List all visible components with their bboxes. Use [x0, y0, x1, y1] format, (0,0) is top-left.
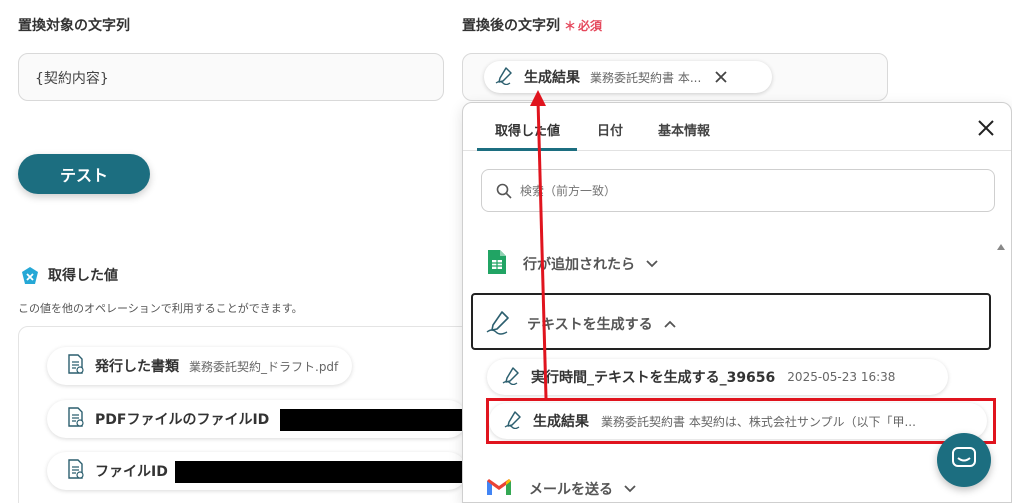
ai-pen-icon [485, 309, 515, 339]
redacted-value [175, 461, 470, 483]
value-item-value: 2025-05-23 16:38 [787, 370, 896, 384]
replace-target-label: 置換対象の文字列 [18, 18, 130, 34]
replace-target-input[interactable]: {契約内容} [18, 53, 444, 101]
output-item-title: PDFファイルのファイルID [95, 412, 270, 428]
scroll-up-icon[interactable] [996, 236, 1006, 255]
chat-support-button[interactable] [937, 433, 991, 487]
tab-date[interactable]: 日付 [597, 120, 623, 139]
output-item-title: 発行した書類 [95, 359, 179, 375]
replace-with-label: 置換後の文字列 ＊必須 [462, 15, 602, 35]
picker-search[interactable] [481, 169, 995, 212]
ai-pen-icon [494, 65, 516, 89]
output-item-title: ファイルID [95, 464, 168, 480]
ai-pen-icon [501, 365, 523, 389]
search-input[interactable] [520, 180, 960, 202]
group-row-added[interactable]: 行が追加されたら [487, 249, 659, 279]
ai-pen-icon [503, 409, 525, 433]
value-item-exec-time[interactable]: 実行時間_テキストを生成する_39656 2025-05-23 16:38 [487, 359, 948, 395]
picker-tabs: 取得した値 日付 基本情報 [463, 103, 1011, 151]
group-generate-text-header: テキストを生成する [485, 309, 677, 339]
group-send-mail[interactable]: メールを送る [485, 477, 637, 501]
variable-x-icon [20, 266, 40, 290]
required-text: 必須 [578, 19, 603, 33]
output-item-document[interactable]: 発行した書類 業務委託契約_ドラフト.pdf [47, 347, 353, 385]
obtained-values-title: 取得した値 [48, 268, 118, 284]
google-sheets-icon [487, 249, 507, 279]
document-icon [67, 354, 85, 378]
group-label: 行が追加されたら [523, 257, 635, 273]
gmail-icon [485, 477, 513, 501]
output-item-value: 業務委託契約_ドラフト.pdf [189, 359, 339, 374]
value-item-title: 生成結果 [533, 414, 589, 430]
value-item-title: 実行時間_テキストを生成する_39656 [531, 370, 776, 386]
tab-obtained-values[interactable]: 取得した値 [495, 120, 560, 139]
remove-chip-icon[interactable] [715, 71, 727, 83]
test-button[interactable]: テスト [18, 154, 150, 194]
chevron-down-icon [645, 259, 659, 269]
value-item-value: 業務委託契約書 本契約は、株式会社サンプル（以下「甲... [601, 414, 916, 429]
chevron-down-icon [623, 484, 637, 494]
group-label: メールを送る [529, 482, 613, 498]
chat-icon [951, 446, 977, 474]
document-icon [67, 407, 85, 431]
close-icon[interactable] [977, 119, 995, 141]
active-tab-indicator [477, 148, 577, 151]
chip-title: 生成結果 [524, 70, 580, 86]
group-label: テキストを生成する [527, 317, 653, 333]
replace-with-label-text: 置換後の文字列 [462, 18, 560, 34]
chip-value: 業務委託契約書 本... [590, 70, 702, 85]
value-picker-panel: 取得した値 日付 基本情報 行が追加されたら テキストを生成する [462, 102, 1012, 503]
redacted-value [280, 409, 470, 431]
group-generate-text[interactable]: テキストを生成する [471, 293, 991, 350]
document-icon [67, 459, 85, 483]
search-icon [496, 183, 512, 203]
tab-basic-info[interactable]: 基本情報 [658, 120, 710, 139]
obtained-values-description: この値を他のオペレーションで利用することができます。 [18, 302, 303, 315]
value-item-generated-result[interactable]: 生成結果 業務委託契約書 本契約は、株式会社サンプル（以下「甲... [489, 403, 987, 439]
required-asterisk: ＊ [564, 19, 577, 33]
selected-value-chip[interactable]: 生成結果 業務委託契約書 本... [484, 61, 772, 93]
replace-target-value: {契約内容} [35, 71, 109, 87]
chevron-up-icon [663, 319, 677, 329]
